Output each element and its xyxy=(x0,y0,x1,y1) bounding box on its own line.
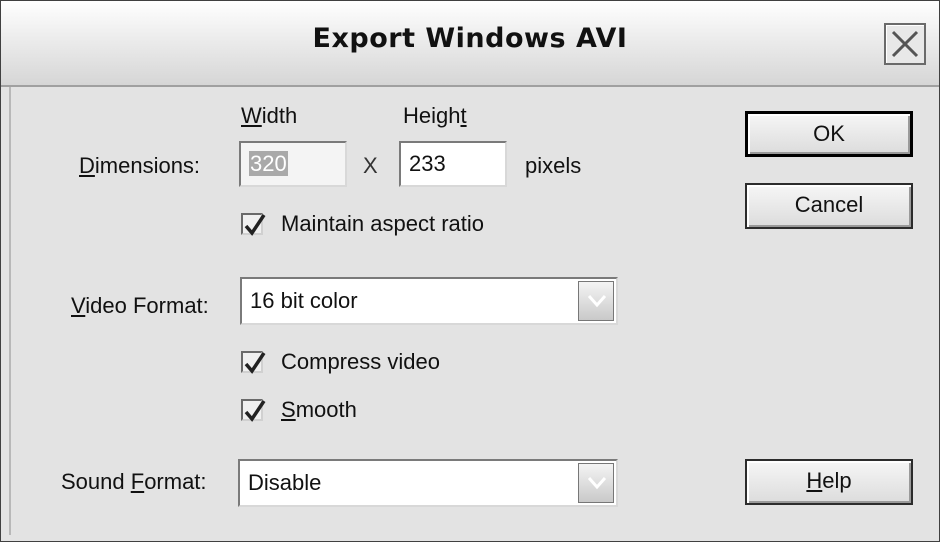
width-header: Width xyxy=(241,103,298,128)
close-icon xyxy=(891,30,919,58)
title-bar[interactable]: Export Windows AVI xyxy=(1,1,939,87)
chevron-down-icon xyxy=(587,477,607,490)
smooth-checkbox[interactable] xyxy=(241,399,266,422)
checkmark-icon xyxy=(244,400,266,422)
checkmark-icon xyxy=(244,352,266,374)
dialog-body: Width Height Dimensions: 320 X 233 pixel… xyxy=(9,87,933,535)
pixels-unit-label: pixels xyxy=(525,153,582,178)
compress-video-label[interactable]: Compress video xyxy=(281,349,440,375)
dimensions-label: Dimensions: xyxy=(79,153,201,178)
export-avi-dialog: Export Windows AVI Width Height Dimensio… xyxy=(0,0,940,542)
cancel-button[interactable]: Cancel xyxy=(745,183,913,229)
sound-format-select[interactable]: Disable xyxy=(238,459,618,507)
help-button[interactable]: Help xyxy=(745,459,913,505)
video-format-dropdown-button[interactable] xyxy=(578,281,614,321)
sound-format-value: Disable xyxy=(248,470,322,495)
video-format-value: 16 bit color xyxy=(250,288,358,313)
width-value: 320 xyxy=(249,151,288,176)
video-format-label: Video Format: xyxy=(71,293,209,318)
sound-format-dropdown-button[interactable] xyxy=(578,463,614,503)
maintain-aspect-ratio-label[interactable]: Maintain aspect ratio xyxy=(281,211,484,237)
ok-button[interactable]: OK xyxy=(745,111,913,157)
height-field[interactable]: 233 xyxy=(399,141,507,187)
compress-video-checkbox[interactable] xyxy=(241,351,266,374)
checkmark-icon xyxy=(244,214,266,236)
width-field[interactable]: 320 xyxy=(239,141,347,187)
chevron-down-icon xyxy=(587,295,607,308)
maintain-aspect-ratio-checkbox[interactable] xyxy=(241,213,266,236)
times-symbol: X xyxy=(363,153,378,178)
sound-format-label: Sound Format: xyxy=(61,469,207,494)
video-format-select[interactable]: 16 bit color xyxy=(240,277,618,325)
smooth-label[interactable]: Smooth xyxy=(281,397,357,423)
height-header: Height xyxy=(403,103,467,128)
dialog-title: Export Windows AVI xyxy=(312,23,628,54)
close-button[interactable] xyxy=(884,23,926,65)
height-value: 233 xyxy=(409,151,446,176)
